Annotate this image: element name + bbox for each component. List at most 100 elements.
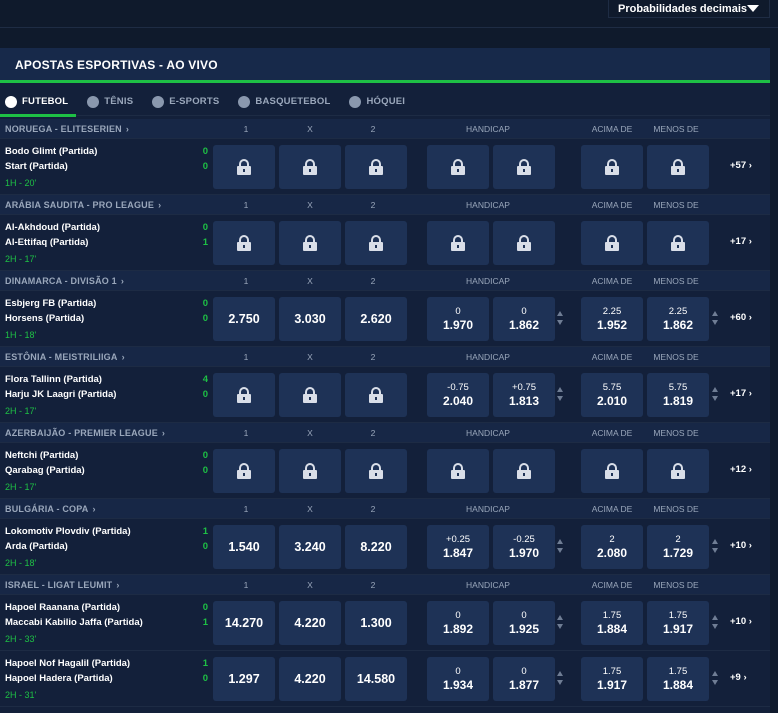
odds-x-button[interactable]: 4.220 bbox=[279, 601, 341, 645]
more-markets-link[interactable]: +9 › bbox=[730, 672, 747, 683]
tab-futebol[interactable]: FUTEBOL bbox=[0, 88, 77, 117]
odds-1-button[interactable]: 1.540 bbox=[213, 525, 275, 569]
odds-2-button[interactable]: 2.620 bbox=[345, 297, 407, 341]
more-markets-link[interactable]: +60 › bbox=[730, 312, 752, 323]
odds-x-button[interactable]: 4.220 bbox=[279, 657, 341, 701]
under-locked[interactable] bbox=[647, 145, 709, 189]
odds-2-locked[interactable] bbox=[345, 221, 407, 265]
tab-basquetebol[interactable]: BASQUETEBOL bbox=[238, 88, 330, 116]
totals-line-stepper-icon[interactable] bbox=[712, 671, 720, 687]
under-button[interactable]: 1.75 1.917 bbox=[647, 601, 709, 645]
handicap-line-stepper-icon[interactable] bbox=[557, 671, 565, 687]
totals-line-stepper-icon[interactable] bbox=[712, 387, 720, 403]
handicap-1-button[interactable]: +0.25 1.847 bbox=[427, 525, 489, 569]
over-locked[interactable] bbox=[581, 449, 643, 493]
over-button[interactable]: 1.75 1.917 bbox=[581, 657, 643, 701]
home-team[interactable]: Bodo Glimt (Partida) bbox=[5, 146, 97, 157]
handicap-2-button[interactable]: 0 1.862 bbox=[493, 297, 555, 341]
odds-1-button[interactable]: 1.297 bbox=[213, 657, 275, 701]
odds-1-locked[interactable] bbox=[213, 221, 275, 265]
odds-x-locked[interactable] bbox=[279, 145, 341, 189]
odds-1-locked[interactable] bbox=[213, 373, 275, 417]
handicap-1-locked[interactable] bbox=[427, 145, 489, 189]
league-name-link[interactable]: ESTÔNIA - MEISTRILIIGA › bbox=[5, 352, 125, 362]
more-markets-link[interactable]: +12 › bbox=[730, 464, 752, 475]
totals-line-stepper-icon[interactable] bbox=[712, 615, 720, 631]
tab-hoquei[interactable]: HÓQUEI bbox=[349, 88, 405, 116]
away-team[interactable]: Qarabag (Partida) bbox=[5, 465, 85, 476]
odds-x-button[interactable]: 3.030 bbox=[279, 297, 341, 341]
over-locked[interactable] bbox=[581, 221, 643, 265]
handicap-line-stepper-icon[interactable] bbox=[557, 311, 565, 327]
scrollbar-track[interactable] bbox=[770, 48, 778, 713]
more-markets-link[interactable]: +17 › bbox=[730, 236, 752, 247]
odds-2-button[interactable]: 1.300 bbox=[345, 601, 407, 645]
away-team[interactable]: Arda (Partida) bbox=[5, 541, 68, 552]
more-markets-link[interactable]: +57 › bbox=[730, 160, 752, 171]
totals-line-stepper-icon[interactable] bbox=[712, 539, 720, 555]
more-markets-link[interactable]: +17 › bbox=[730, 388, 752, 399]
league-name-link[interactable]: AZERBAIJÃO - PREMIER LEAGUE › bbox=[5, 428, 165, 438]
away-team[interactable]: Hapoel Hadera (Partida) bbox=[5, 673, 113, 684]
handicap-line-stepper-icon[interactable] bbox=[557, 539, 565, 555]
league-name-link[interactable]: NORUEGA - ELITESERIEN › bbox=[5, 124, 129, 134]
odds-1-button[interactable]: 2.750 bbox=[213, 297, 275, 341]
home-team[interactable]: Al-Akhdoud (Partida) bbox=[5, 222, 100, 233]
odds-2-locked[interactable] bbox=[345, 145, 407, 189]
over-button[interactable]: 2.25 1.952 bbox=[581, 297, 643, 341]
home-team[interactable]: Flora Tallinn (Partida) bbox=[5, 374, 102, 385]
odds-x-locked[interactable] bbox=[279, 221, 341, 265]
home-team[interactable]: Neftchi (Partida) bbox=[5, 450, 78, 461]
odds-1-locked[interactable] bbox=[213, 449, 275, 493]
under-button[interactable]: 5.75 1.819 bbox=[647, 373, 709, 417]
more-markets-link[interactable]: +10 › bbox=[730, 616, 752, 627]
home-team[interactable]: Lokomotiv Plovdiv (Partida) bbox=[5, 526, 131, 537]
handicap-2-button[interactable]: 0 1.877 bbox=[493, 657, 555, 701]
away-team[interactable]: Al-Ettifaq (Partida) bbox=[5, 237, 88, 248]
over-button[interactable]: 2 2.080 bbox=[581, 525, 643, 569]
over-button[interactable]: 1.75 1.884 bbox=[581, 601, 643, 645]
handicap-1-locked[interactable] bbox=[427, 449, 489, 493]
odds-2-locked[interactable] bbox=[345, 373, 407, 417]
away-team[interactable]: Start (Partida) bbox=[5, 161, 68, 172]
handicap-2-button[interactable]: -0.25 1.970 bbox=[493, 525, 555, 569]
league-name-link[interactable]: ARÁBIA SAUDITA - PRO LEAGUE › bbox=[5, 200, 161, 210]
handicap-2-locked[interactable] bbox=[493, 449, 555, 493]
more-markets-link[interactable]: +10 › bbox=[730, 540, 752, 551]
away-team[interactable]: Maccabi Kabilio Jaffa (Partida) bbox=[5, 617, 143, 628]
tab-e-sports[interactable]: E-SPORTS bbox=[152, 88, 219, 116]
home-team[interactable]: Hapoel Nof Hagalil (Partida) bbox=[5, 658, 130, 669]
over-locked[interactable] bbox=[581, 145, 643, 189]
under-locked[interactable] bbox=[647, 221, 709, 265]
home-team[interactable]: Esbjerg FB (Partida) bbox=[5, 298, 96, 309]
handicap-1-button[interactable]: 0 1.934 bbox=[427, 657, 489, 701]
odds-x-button[interactable]: 3.240 bbox=[279, 525, 341, 569]
under-button[interactable]: 1.75 1.884 bbox=[647, 657, 709, 701]
handicap-1-button[interactable]: 0 1.892 bbox=[427, 601, 489, 645]
odds-x-locked[interactable] bbox=[279, 373, 341, 417]
handicap-2-locked[interactable] bbox=[493, 221, 555, 265]
handicap-1-locked[interactable] bbox=[427, 221, 489, 265]
league-name-link[interactable]: ISRAEL - LIGAT LEUMIT › bbox=[5, 580, 120, 590]
tab-tenis[interactable]: TÊNIS bbox=[87, 88, 133, 116]
handicap-1-button[interactable]: 0 1.970 bbox=[427, 297, 489, 341]
handicap-2-button[interactable]: 0 1.925 bbox=[493, 601, 555, 645]
away-team[interactable]: Horsens (Partida) bbox=[5, 313, 84, 324]
away-team[interactable]: Harju JK Laagri (Partida) bbox=[5, 389, 116, 400]
handicap-2-locked[interactable] bbox=[493, 145, 555, 189]
totals-line-stepper-icon[interactable] bbox=[712, 311, 720, 327]
handicap-line-stepper-icon[interactable] bbox=[557, 615, 565, 631]
odds-1-button[interactable]: 14.270 bbox=[213, 601, 275, 645]
under-button[interactable]: 2.25 1.862 bbox=[647, 297, 709, 341]
odds-1-locked[interactable] bbox=[213, 145, 275, 189]
home-team[interactable]: Hapoel Raanana (Partida) bbox=[5, 602, 120, 613]
odds-x-locked[interactable] bbox=[279, 449, 341, 493]
handicap-2-button[interactable]: +0.75 1.813 bbox=[493, 373, 555, 417]
odds-2-locked[interactable] bbox=[345, 449, 407, 493]
under-button[interactable]: 2 1.729 bbox=[647, 525, 709, 569]
under-locked[interactable] bbox=[647, 449, 709, 493]
odds-2-button[interactable]: 14.580 bbox=[345, 657, 407, 701]
handicap-1-button[interactable]: -0.75 2.040 bbox=[427, 373, 489, 417]
odds-2-button[interactable]: 8.220 bbox=[345, 525, 407, 569]
league-name-link[interactable]: BULGÁRIA - COPA › bbox=[5, 504, 96, 514]
